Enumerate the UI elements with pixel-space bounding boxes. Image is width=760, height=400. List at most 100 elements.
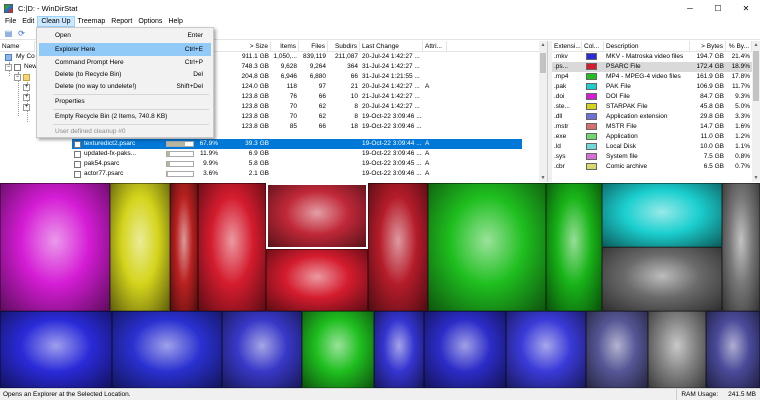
subtree-bar [166, 171, 194, 177]
last-change-cell: 20-Jul-24 1:42:27 ... [362, 83, 420, 90]
extension-cell[interactable]: .sys [552, 152, 582, 162]
column-header-percent-bytes[interactable]: % By... [726, 41, 752, 52]
size-cell: 123.8 GB [241, 93, 269, 100]
scroll-down-icon[interactable]: ▼ [539, 174, 547, 182]
column-header-bytes[interactable]: > Bytes [690, 41, 726, 52]
extension-cell[interactable]: .ste... [552, 102, 582, 112]
menu-file[interactable]: File [2, 16, 19, 27]
close-button[interactable]: ✕ [732, 0, 760, 16]
treemap-tile[interactable] [506, 311, 586, 388]
directory-list-scrollbar[interactable]: ▲ ▼ [539, 41, 547, 182]
scrollbar-thumb[interactable] [753, 51, 759, 101]
extension-cell[interactable]: .mp4 [552, 72, 582, 82]
menu-edit[interactable]: Edit [19, 16, 37, 27]
treemap-tile[interactable] [170, 183, 198, 311]
file-name[interactable]: actor77.psarc [82, 169, 164, 179]
column-header-name[interactable]: Name [0, 41, 35, 52]
treemap-tile[interactable] [110, 183, 170, 311]
extension-list[interactable]: Extensi... Col... Description > Bytes % … [552, 41, 760, 182]
treemap-selected-tile[interactable] [266, 183, 368, 249]
treemap-tile[interactable] [198, 183, 266, 311]
extension-cell[interactable]: .ps... [552, 62, 582, 72]
subdirs-cell: 66 [350, 73, 358, 80]
maximize-button[interactable]: ☐ [704, 0, 732, 16]
extension-cell[interactable]: .mstr [552, 122, 582, 132]
minimize-button[interactable]: ─ [676, 0, 704, 16]
column-header-last-change[interactable]: Last Change [360, 41, 423, 52]
treemap-tile[interactable] [722, 183, 760, 311]
expand-icon[interactable]: + [23, 104, 30, 111]
bytes-cell: 14.7 GB [700, 123, 724, 130]
treemap-tile[interactable] [706, 311, 760, 388]
menu-item-shortcut: Enter [187, 32, 203, 39]
treemap-tile[interactable] [266, 249, 368, 311]
menu-options[interactable]: Options [135, 16, 165, 27]
color-swatch [586, 133, 597, 140]
scroll-up-icon[interactable]: ▲ [539, 41, 547, 49]
treemap-tile[interactable] [546, 183, 602, 311]
menu-item-properties[interactable]: Properties [39, 95, 211, 108]
size-cell: 123.8 GB [241, 103, 269, 110]
scrollbar-thumb[interactable] [540, 53, 546, 73]
column-header-description[interactable]: Description [604, 41, 690, 52]
menu-help[interactable]: Help [165, 16, 185, 27]
extension-cell[interactable]: .exe [552, 132, 582, 142]
treemap-tile[interactable] [648, 311, 706, 388]
treemap-tile[interactable] [302, 311, 374, 388]
treemap-tile[interactable] [602, 247, 722, 311]
menu-clean-up[interactable]: Clean Up [37, 16, 75, 27]
menu-item-delete-permanent[interactable]: Delete (no way to undelete!) Shift+Del [39, 80, 211, 93]
extension-cell[interactable]: .pak [552, 82, 582, 92]
file-name[interactable]: updated-fx-paks... [82, 149, 164, 159]
size-cell: 123.8 GB [241, 123, 269, 130]
percent-bytes-cell: 1.2% [735, 133, 750, 140]
extension-cell[interactable]: .ld [552, 142, 582, 152]
tree-item-label[interactable]: My Co [14, 52, 36, 62]
treemap-tile[interactable] [374, 311, 424, 388]
last-change-cell: 19-Oct-22 3:09:46 ... [362, 150, 422, 157]
menu-item-empty-recycle-bin[interactable]: Empty Recycle Bin (2 Items, 740.8 KB) [39, 110, 211, 123]
description-cell: Local Disk [606, 143, 636, 150]
column-header-attributes[interactable]: Attri... [423, 41, 447, 52]
scroll-down-icon[interactable]: ▼ [752, 174, 760, 182]
menu-item-shortcut: Shift+Del [176, 83, 203, 90]
treemap-tile[interactable] [586, 311, 648, 388]
collapse-icon[interactable]: − [5, 64, 12, 71]
column-header-color[interactable]: Col... [582, 41, 604, 52]
treemap-tile[interactable] [0, 183, 110, 311]
expand-icon[interactable]: + [23, 84, 30, 91]
treemap[interactable] [0, 183, 760, 388]
refresh-icon[interactable]: ⟳ [16, 28, 27, 39]
expand-icon[interactable]: + [23, 94, 30, 101]
extension-cell[interactable]: .doi [552, 92, 582, 102]
column-header-extension[interactable]: Extensi... [552, 41, 582, 52]
treemap-tile[interactable] [424, 311, 506, 388]
treemap-tile[interactable] [222, 311, 302, 388]
treemap-tile[interactable] [0, 311, 112, 388]
column-header-items[interactable]: Items [271, 41, 299, 52]
collapse-icon[interactable]: − [14, 74, 21, 81]
files-cell: 9,264 [309, 63, 326, 70]
file-name[interactable]: texturedict2.psarc [82, 139, 164, 149]
column-header-size[interactable]: > Size [214, 41, 271, 52]
open-icon[interactable]: ▤ [3, 28, 14, 39]
extension-cell[interactable]: .dll [552, 112, 582, 122]
file-icon [74, 161, 81, 168]
extension-cell[interactable]: .cbr [552, 162, 582, 172]
menu-report[interactable]: Report [108, 16, 135, 27]
extension-list-scrollbar[interactable]: ▲ ▼ [752, 41, 760, 182]
treemap-tile[interactable] [428, 183, 546, 311]
scroll-up-icon[interactable]: ▲ [752, 41, 760, 49]
file-name[interactable]: pak54.psarc [82, 159, 164, 169]
tree-item-label[interactable]: New [22, 62, 36, 72]
extension-cell[interactable]: .mkv [552, 52, 582, 62]
column-header-files[interactable]: Files [299, 41, 328, 52]
treemap-tile[interactable] [368, 183, 428, 311]
column-header-subdirs[interactable]: Subdirs [328, 41, 360, 52]
treemap-tile[interactable] [602, 183, 722, 247]
menu-item-explorer-here[interactable]: Explorer Here Ctrl+E [39, 43, 211, 56]
menu-item-open[interactable]: Open Enter [39, 29, 211, 42]
treemap-tile[interactable] [112, 311, 222, 388]
size-cell: 5.8 GB [248, 160, 269, 167]
menu-treemap[interactable]: Treemap [75, 16, 109, 27]
